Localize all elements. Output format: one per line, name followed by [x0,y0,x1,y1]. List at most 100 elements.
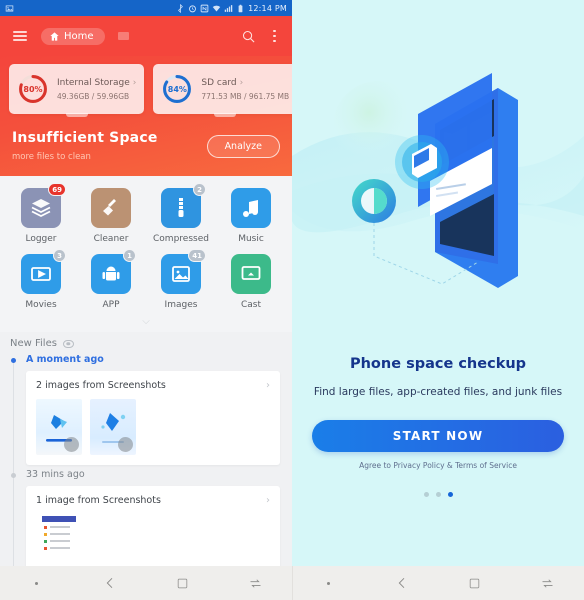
category-grid-section: 69 Logger Cleaner 2 Compressed Music 3 M… [0,176,292,314]
sd-card-ring: 84% [161,73,193,105]
agreement-text[interactable]: Agree to Privacy Policy & Terms of Servi… [292,461,584,470]
badge-images: 41 [188,249,206,262]
grid-item-images[interactable]: 41 Images [146,249,216,310]
android-icon: 1 [91,249,136,294]
grid-item-app[interactable]: 1 APP [76,249,146,310]
page-indicator [292,492,584,497]
zip-icon: 2 [161,183,206,228]
promo-title: Phone space checkup [349,356,527,372]
home-square-icon[interactable] [438,577,511,590]
image-icon [5,5,14,11]
thumbnail[interactable] [90,399,136,455]
dual-screenshot-container: 12:14 PM Home 80% Internal Storage › 49.… [0,0,584,600]
thumbnail[interactable] [36,399,82,455]
thumbnail-overlay-badge [64,437,79,452]
eye-icon[interactable] [62,339,74,348]
signal-icon [224,4,233,12]
internal-storage-card[interactable]: 80% Internal Storage › 49.36GB / 59.96GB [9,64,145,114]
broom-icon [91,188,131,228]
page-dot-2[interactable] [435,492,441,497]
grid-label-images: Images [164,300,198,310]
grid-label-music: Music [238,234,264,244]
timeline-group: A moment ago 2 images from Screenshots › [10,354,292,465]
status-bar-clock: 12:14 PM [248,3,287,13]
grid-item-music[interactable]: Music [216,188,286,244]
grid-item-compressed[interactable]: 2 Compressed [146,183,216,244]
file-group-title: 1 image from Screenshots [36,495,161,506]
insufficient-space-subtitle: more files to clean [12,152,91,162]
grid-label-compressed: Compressed [153,234,209,244]
thumbnail-overlay-badge [118,437,133,452]
timeline-time: A moment ago [26,354,104,365]
grid-label-logger: Logger [25,234,57,244]
grid-label-app: APP [102,300,120,310]
back-arrow-icon[interactable] [73,575,146,591]
home-icon [50,31,59,41]
back-arrow-icon[interactable] [365,575,438,591]
thumbnail[interactable] [36,514,82,570]
grid-item-logger[interactable]: 69 Logger [6,183,76,244]
chevron-right-icon: › [239,77,244,88]
file-group-card[interactable]: 2 images from Screenshots › [26,371,280,465]
badge-app: 1 [123,249,136,262]
grid-label-cast: Cast [240,300,262,310]
storage-hero-section: 80% Internal Storage › 49.36GB / 59.96GB [0,56,292,176]
grid-label-movies: Movies [25,300,57,310]
layers-clock-icon: 69 [21,183,66,228]
grid-item-cast[interactable]: Cast [216,254,286,310]
chevron-right-icon: › [132,77,137,88]
new-files-title: New Files [10,338,57,349]
page-dot-1[interactable] [423,492,429,497]
timeline-group: 33 mins ago 1 image from Screenshots › [10,469,292,580]
right-phone-screen: Phone space checkup Find large files, ap… [292,0,584,600]
cast-screen-icon [231,254,271,294]
grid-item-movies[interactable]: 3 Movies [6,249,76,310]
more-vertical-icon[interactable] [267,26,282,47]
internal-storage-percent: 80% [23,84,43,94]
timeline-dot [11,473,16,478]
battery-icon [238,4,243,12]
wifi-icon [212,5,221,11]
add-tab-button[interactable] [117,32,129,40]
music-note-icon [231,188,271,228]
left-phone-screen: 12:14 PM Home 80% Internal Storage › 49.… [0,0,292,600]
grid-label-cleaner: Cleaner [93,234,129,244]
new-files-header: New Files [0,332,292,354]
insufficient-space-title: Insufficient Space [12,130,158,146]
app-bar: Home [0,16,292,56]
chevron-right-icon: › [266,380,270,391]
nfc-icon [200,4,209,12]
promo-texts: Phone space checkup Find large files, ap… [292,356,584,398]
android-navigation-bars [0,566,584,600]
home-square-icon[interactable] [146,577,219,590]
recents-switch-icon[interactable] [511,576,584,591]
status-bar: 12:14 PM [0,0,292,16]
hamburger-icon[interactable] [10,28,30,44]
home-tab-label: Home [64,30,94,42]
chevron-right-icon: › [266,495,270,506]
analyze-button[interactable]: Analyze [206,134,280,158]
sd-card-card[interactable]: 84% SD card › 771.53 MB / 961.75 MB [153,64,292,114]
badge-logger: 69 [48,183,66,196]
search-icon[interactable] [237,25,259,47]
navbar-right [292,566,584,600]
photo-icon: 41 [161,249,206,294]
internal-storage-detail: 49.36GB / 59.96GB [57,91,130,101]
recents-switch-icon[interactable] [219,576,292,591]
isometric-phone-storage-illustration [292,16,584,356]
new-files-timeline: A moment ago 2 images from Screenshots › [0,354,292,580]
timeline-time: 33 mins ago [26,469,85,480]
file-group-title: 2 images from Screenshots [36,380,166,391]
page-dot-3[interactable] [447,492,453,497]
video-play-icon: 3 [21,249,66,294]
category-grid: 69 Logger Cleaner 2 Compressed Music 3 M… [6,183,286,310]
internal-storage-title: Internal Storage [57,77,130,88]
dot-indicator-icon [292,581,365,585]
sd-card-title: SD card [201,77,237,88]
grid-item-cleaner[interactable]: Cleaner [76,188,146,244]
chevron-down-icon[interactable]: ⌵ [0,314,292,332]
status-bar-right [292,0,584,16]
start-now-button[interactable]: START NOW [312,420,564,452]
internal-storage-ring: 80% [17,73,49,105]
home-tab[interactable]: Home [41,27,105,45]
